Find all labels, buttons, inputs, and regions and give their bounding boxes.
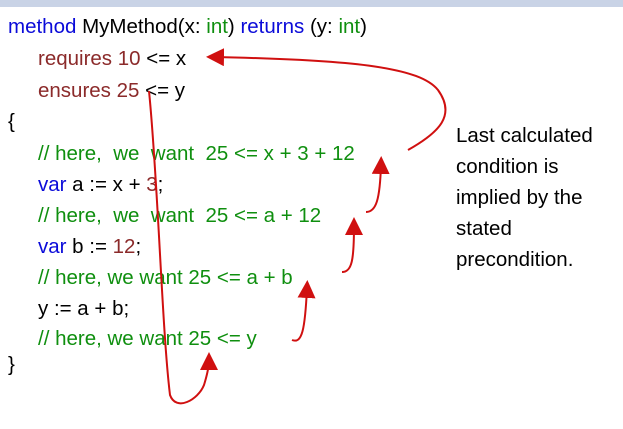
arrow-12-to-x3: [365, 156, 390, 213]
arrow-ab-to-12: [341, 217, 363, 273]
arrows-overlay: [148, 48, 447, 405]
arrow-y-to-ensures: [291, 280, 316, 342]
arrow-comment1-to-requires: [206, 48, 447, 151]
arrow-ensures-to-bottom: [148, 90, 218, 405]
